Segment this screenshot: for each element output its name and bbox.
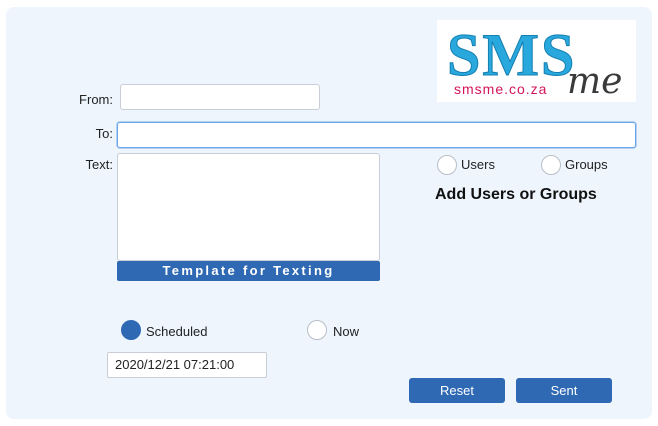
scheduled-radio[interactable] (121, 320, 141, 340)
scheduled-radio-label: Scheduled (146, 324, 208, 339)
groups-radio[interactable] (541, 155, 561, 175)
now-radio-label: Now (333, 324, 360, 339)
from-field[interactable] (120, 84, 320, 110)
groups-radio-label: Groups (565, 157, 608, 172)
text-label: Text: (85, 157, 113, 172)
logo-script-text: me (567, 61, 622, 102)
from-label: From: (79, 92, 113, 107)
to-label: To: (95, 126, 113, 141)
sent-button[interactable]: Sent (516, 378, 612, 403)
logo-url-text: smsme.co.za (454, 81, 547, 97)
add-users-or-groups-heading: Add Users or Groups (435, 186, 597, 203)
users-radio-label: Users (461, 157, 495, 172)
logo-brand-text: SMS (447, 22, 576, 88)
to-field[interactable] (117, 122, 636, 148)
logo-graphic: SMS me smsme.co.za (447, 22, 623, 103)
template-for-texting-button[interactable]: Template for Texting (117, 261, 380, 281)
message-textarea[interactable] (117, 153, 380, 261)
now-radio[interactable] (307, 320, 327, 340)
reset-button[interactable]: Reset (409, 378, 505, 403)
users-radio[interactable] (437, 155, 457, 175)
schedule-datetime-field[interactable]: 2020/12/21 07:21:00 (107, 352, 267, 378)
smsme-logo: SMS me smsme.co.za (437, 20, 636, 102)
